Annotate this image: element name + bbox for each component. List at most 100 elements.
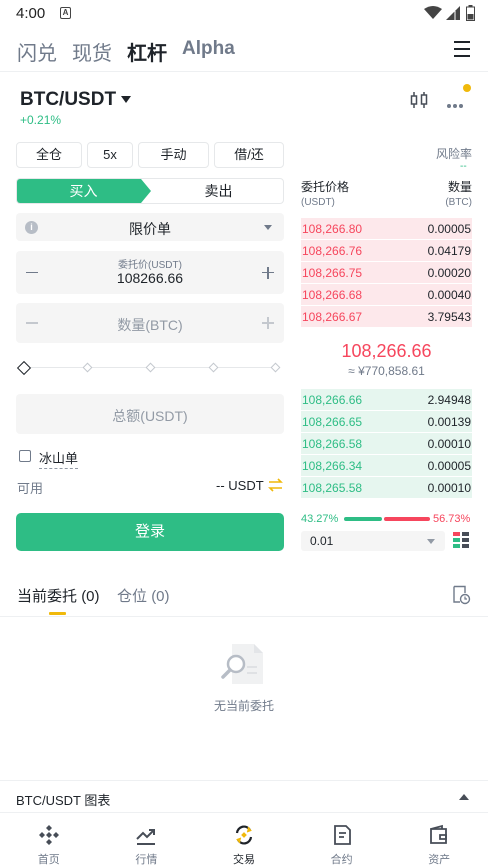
nav-home[interactable]: 首页 xyxy=(0,814,98,867)
buy-tab[interactable]: 买入 xyxy=(17,179,151,203)
orderbook-layout-icon[interactable] xyxy=(453,532,469,548)
ask-price: 108,266.76 xyxy=(302,244,363,258)
caret-down-icon xyxy=(427,539,435,544)
top-nav: 闪兑 现货 杠杆 Alpha xyxy=(0,30,488,72)
bid-row[interactable]: 108,266.34 0.00005 xyxy=(301,455,472,476)
slider-step-25[interactable] xyxy=(82,362,93,373)
order-type-label: 限价单 xyxy=(129,221,171,237)
bid-price: 108,266.58 xyxy=(302,437,363,451)
orderbook-qty-unit: (BTC) xyxy=(445,197,472,208)
empty-orders-icon xyxy=(221,644,263,684)
battery-icon xyxy=(466,5,475,21)
notification-dot xyxy=(463,84,471,92)
mode-button[interactable]: 手动 xyxy=(138,142,209,168)
futures-icon xyxy=(333,825,351,845)
total-input[interactable]: 总额(USDT) xyxy=(16,394,284,434)
orderbook-qty-title: 数量 xyxy=(447,180,472,194)
pair-symbol[interactable]: BTC/USDT xyxy=(20,89,116,111)
available-value: -- USDT xyxy=(216,478,264,493)
nav-assets[interactable]: 资产 xyxy=(390,814,488,867)
sell-tab[interactable]: 卖出 xyxy=(152,179,283,203)
bid-qty: 2.94948 xyxy=(427,393,471,407)
slider-step-100[interactable] xyxy=(270,362,281,373)
tab-open-orders-label: 当前委托 xyxy=(17,588,78,605)
wallet-icon xyxy=(430,824,448,844)
orderbook-price-header: 委托价格 (USDT) xyxy=(301,180,349,210)
tab-alpha[interactable]: Alpha xyxy=(182,38,235,60)
side-switch: 买入 卖出 xyxy=(16,178,284,204)
ask-row[interactable]: 108,266.75 0.00020 xyxy=(301,262,472,283)
active-tab-indicator xyxy=(49,612,66,615)
buy-ratio-bar xyxy=(344,517,382,521)
price-input[interactable]: 委托价(USDT) 108266.66 xyxy=(16,251,284,294)
iceberg-label[interactable]: 冰山单 xyxy=(39,448,79,469)
precision-select[interactable]: 0.01 xyxy=(301,531,445,551)
nav-trade-label: 交易 xyxy=(232,854,255,866)
nav-futures-label: 合约 xyxy=(330,854,353,866)
last-price[interactable]: 108,266.66 xyxy=(301,341,472,362)
tab-positions[interactable]: 仓位 (0) xyxy=(117,585,170,606)
orderbook-price-title: 委托价格 xyxy=(301,180,350,194)
tab-positions-label: 仓位 xyxy=(117,588,148,605)
bid-row[interactable]: 108,266.58 0.00010 xyxy=(301,433,472,454)
ask-qty: 3.79543 xyxy=(427,310,471,324)
amount-slider[interactable] xyxy=(16,360,284,376)
tab-margin[interactable]: 杠杆 xyxy=(127,37,167,66)
empty-orders-text: 无当前委托 xyxy=(213,699,274,713)
quantity-placeholder: 数量(BTC) xyxy=(117,317,183,333)
status-time: 4:00 xyxy=(16,5,46,22)
ask-row[interactable]: 108,266.76 0.04179 xyxy=(301,240,472,261)
order-type-select[interactable]: i 限价单 xyxy=(16,213,284,241)
menu-icon[interactable] xyxy=(454,41,470,57)
candlestick-chart-icon[interactable] xyxy=(409,90,429,110)
bid-qty: 0.00139 xyxy=(427,415,471,429)
slider-handle[interactable] xyxy=(16,360,32,376)
ask-row[interactable]: 108,266.80 0.00005 xyxy=(301,218,472,239)
price-change: +0.21% xyxy=(20,113,62,127)
trade-icon xyxy=(235,825,253,845)
sim-icon: A xyxy=(60,7,71,19)
ask-price: 108,266.75 xyxy=(302,266,363,280)
ask-qty: 0.04179 xyxy=(427,244,471,258)
quantity-input[interactable]: 数量(BTC) xyxy=(16,303,284,343)
nav-assets-label: 资产 xyxy=(428,854,451,866)
signal-icon xyxy=(446,6,460,20)
transfer-icon[interactable] xyxy=(268,478,283,492)
nav-futures[interactable]: 合约 xyxy=(293,814,391,867)
bid-row[interactable]: 108,266.65 0.00139 xyxy=(301,411,472,432)
order-history-icon[interactable] xyxy=(451,585,471,605)
chart-toggle-bar[interactable]: BTC/USDT 图表 xyxy=(0,780,488,813)
tab-spot[interactable]: 现货 xyxy=(72,37,112,66)
ask-row[interactable]: 108,266.68 0.00040 xyxy=(301,284,472,305)
borrow-repay-button[interactable]: 借/还 xyxy=(214,142,284,168)
ask-price: 108,266.67 xyxy=(302,310,363,324)
leverage-button[interactable]: 5x xyxy=(87,142,133,168)
bid-qty: 0.00010 xyxy=(427,481,471,495)
bid-qty: 0.00010 xyxy=(427,437,471,451)
nav-trade[interactable]: 交易 xyxy=(195,814,293,867)
price-input-value[interactable]: 108266.66 xyxy=(16,270,284,286)
ask-row[interactable]: 108,266.67 3.79543 xyxy=(301,306,472,327)
ask-qty: 0.00005 xyxy=(427,222,471,236)
bid-row[interactable]: 108,266.66 2.94948 xyxy=(301,389,472,410)
nav-markets[interactable]: 行情 xyxy=(98,814,196,867)
tab-open-orders[interactable]: 当前委托 (0) xyxy=(17,585,100,606)
tab-convert[interactable]: 闪兑 xyxy=(17,37,57,66)
price-input-label: 委托价(USDT) xyxy=(118,260,182,271)
bid-price: 108,266.65 xyxy=(302,415,363,429)
quantity-increase-button[interactable] xyxy=(262,317,274,329)
login-button[interactable]: 登录 xyxy=(16,513,284,551)
orderbook-qty-header: 数量 (BTC) xyxy=(442,180,472,210)
slider-step-75[interactable] xyxy=(208,362,219,373)
chart-toggle-label: BTC/USDT 图表 xyxy=(16,793,111,808)
price-increase-button[interactable] xyxy=(262,266,274,279)
bottom-nav: 首页 行情 交易 合约 资产 xyxy=(0,814,488,867)
slider-step-50[interactable] xyxy=(145,362,156,373)
risk-rate-label[interactable]: 风险率 xyxy=(436,145,472,162)
pair-dropdown-icon[interactable] xyxy=(121,96,131,103)
more-icon[interactable] xyxy=(447,95,465,113)
margin-mode-button[interactable]: 全仓 xyxy=(16,142,82,168)
bid-row[interactable]: 108,265.58 0.00010 xyxy=(301,477,472,498)
iceberg-checkbox[interactable] xyxy=(19,450,31,462)
positions-count: (0) xyxy=(151,588,170,605)
